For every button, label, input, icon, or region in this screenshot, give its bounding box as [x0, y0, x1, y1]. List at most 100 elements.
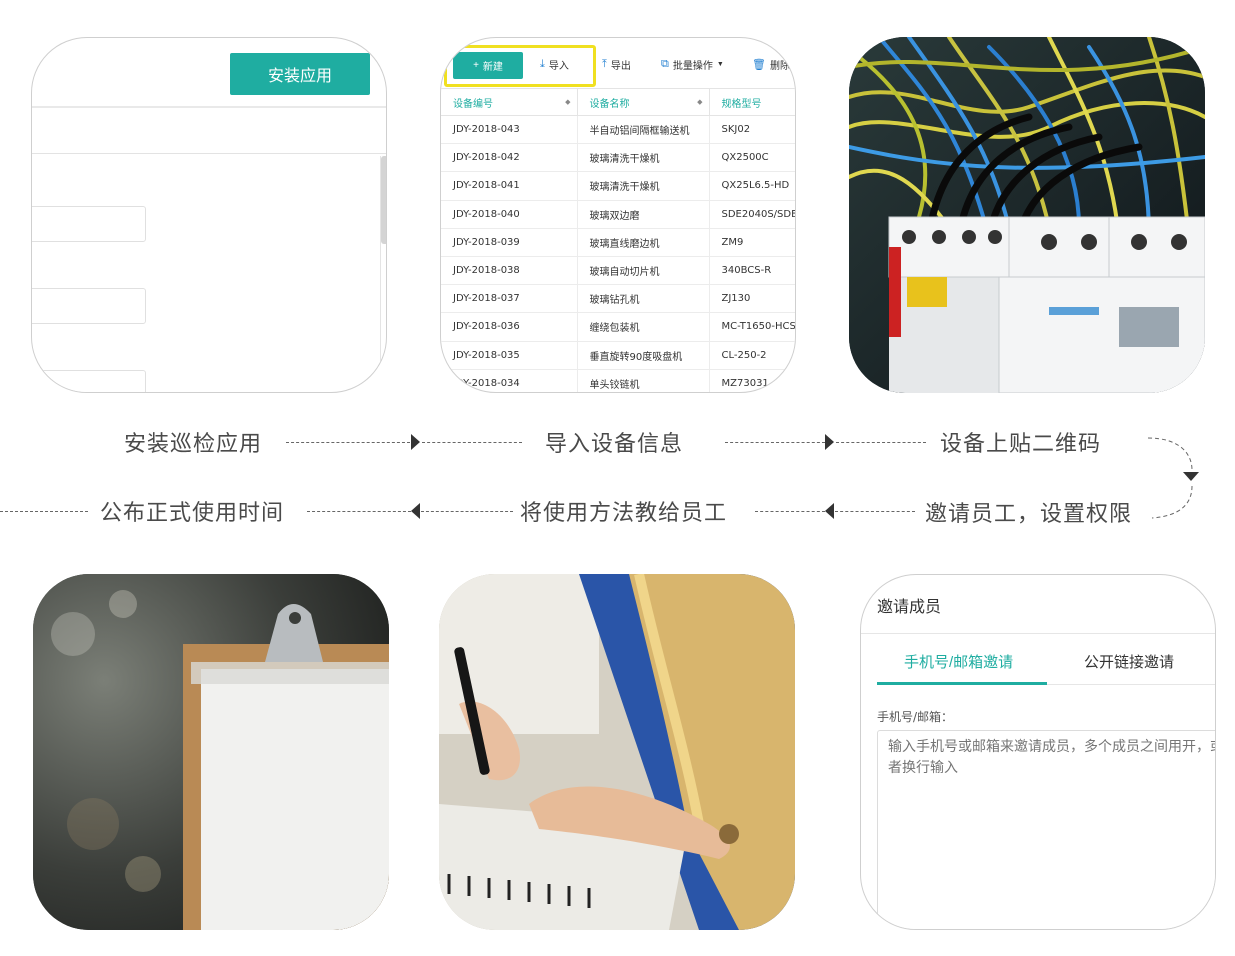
flow-connector [725, 442, 825, 443]
flow-connector [0, 511, 88, 512]
install-app-screenshot-card: 安装应用 [31, 37, 387, 393]
batch-operation-button[interactable]: ⧉ 批量操作 ▼ [661, 57, 724, 72]
cell-model: ZJ130 [709, 284, 795, 314]
cell-model: ZM9 [709, 228, 795, 257]
cell-equipment-name: 玻璃双边磨 [577, 200, 710, 229]
cell-equipment-code: JDY-2018-041 [441, 171, 578, 201]
table-row[interactable]: JDY-2018-043 半自动铝间隔框输送机 SKJ02 [441, 115, 795, 145]
table-row[interactable]: JDY-2018-042 玻璃清洗干燥机 QX2500C [441, 143, 795, 173]
sort-icon[interactable]: ◆ [565, 98, 570, 106]
cell-equipment-name: 半自动铝间隔框输送机 [577, 115, 710, 145]
flow-step-6: 公布正式使用时间 [100, 501, 285, 526]
new-button[interactable]: + 新建 [453, 52, 523, 79]
active-tab-indicator [877, 682, 1047, 685]
import-button-label: 导入 [548, 61, 569, 72]
table-header-row: 设备编号 ◆ 设备名称 ◆ 规格型号 [441, 88, 795, 116]
flow-connector [422, 442, 522, 443]
cell-equipment-code: JDY-2018-038 [441, 256, 578, 286]
app-topbar: 安装应用 [32, 38, 386, 108]
table-row[interactable]: JDY-2018-034 单头铰链机 MZ73031 [441, 369, 795, 392]
delete-button-label: 删除 [769, 61, 790, 72]
cell-model: SDE2040S/SDE2 [709, 200, 795, 229]
column-header-model[interactable]: 规格型号 [709, 88, 795, 116]
flow-step-5: 将使用方法教给员工 [520, 501, 728, 526]
flow-step-2: 导入设备信息 [545, 432, 684, 457]
delete-button[interactable]: 🗑 删除 [752, 57, 790, 72]
cell-model: CL-250-2 [709, 341, 795, 370]
clipboard-photo [33, 574, 389, 930]
cell-model: QX2500C [709, 143, 795, 173]
table-row[interactable]: JDY-2018-037 玻璃钻孔机 ZJ130 [441, 284, 795, 314]
download-icon: ⤓ [540, 58, 545, 70]
form-field-3[interactable] [32, 370, 146, 392]
tab-phone-email-invite[interactable]: 手机号/邮箱邀请 [904, 651, 1013, 672]
table-row[interactable]: JDY-2018-039 玻璃直线磨边机 ZM9 [441, 228, 795, 257]
table-row[interactable]: JDY-2018-036 缠绕包装机 MC-T1650-HCS [441, 312, 795, 342]
table-toolbar: + 新建 ⤓ 导入 ⤒ 导出 ⧉ 批量操作 ▼ 🗑 删除 [441, 38, 795, 88]
cell-equipment-code: JDY-2018-037 [441, 284, 578, 314]
batch-icon: ⧉ [661, 58, 669, 70]
scrollbar-thumb[interactable] [381, 156, 386, 244]
cell-model: MZ73031 [709, 369, 795, 392]
electrical-cabinet-photo [849, 37, 1205, 393]
cell-equipment-name: 玻璃直线磨边机 [577, 228, 710, 257]
sort-icon[interactable]: ◆ [697, 98, 702, 106]
flow-connector [836, 442, 926, 443]
export-button-label: 导出 [610, 61, 631, 72]
trash-icon: 🗑 [752, 59, 766, 71]
cell-equipment-name: 缠绕包装机 [577, 312, 710, 342]
table-row[interactable]: JDY-2018-041 玻璃清洗干燥机 QX25L6.5-HD [441, 171, 795, 201]
invite-contacts-input[interactable] [877, 730, 1215, 929]
cell-model: 340BCS-R [709, 256, 795, 286]
cell-model: MC-T1650-HCS [709, 312, 795, 342]
electrical-cabinet-illustration [849, 37, 1205, 393]
cell-equipment-name: 玻璃钻孔机 [577, 284, 710, 314]
cell-equipment-code: JDY-2018-042 [441, 143, 578, 173]
equipment-table-screenshot-card: + 新建 ⤓ 导入 ⤒ 导出 ⧉ 批量操作 ▼ 🗑 删除 设备编号 ◆ 设备名称 ◆… [440, 37, 796, 393]
cell-equipment-name: 玻璃清洗干燥机 [577, 143, 710, 173]
arrow-left-icon [411, 503, 420, 519]
section-divider [32, 153, 386, 154]
cell-equipment-code: JDY-2018-043 [441, 115, 578, 145]
flow-step-1: 安装巡检应用 [124, 432, 263, 457]
table-row[interactable]: JDY-2018-035 垂直旋转90度吸盘机 CL-250-2 [441, 341, 795, 370]
arrow-right-icon [825, 434, 834, 450]
flow-connector [307, 511, 411, 512]
table-row[interactable]: JDY-2018-040 玻璃双边磨 SDE2040S/SDE2 [441, 200, 795, 229]
form-field-2[interactable] [32, 288, 146, 324]
column-header-code[interactable]: 设备编号 ◆ [441, 88, 578, 116]
caret-down-icon: ▼ [716, 61, 724, 68]
cell-equipment-name: 单头铰链机 [577, 369, 710, 392]
new-button-label: 新建 [482, 62, 503, 73]
clipboard-illustration [33, 574, 389, 930]
cell-equipment-code: JDY-2018-040 [441, 200, 578, 229]
flow-connector [421, 511, 513, 512]
column-header-name[interactable]: 设备名称 ◆ [577, 88, 710, 116]
cell-model: SKJ02 [709, 115, 795, 145]
upload-icon: ⤒ [602, 58, 607, 70]
install-app-button[interactable]: 安装应用 [230, 53, 370, 95]
export-button[interactable]: ⤒ 导出 [602, 57, 631, 72]
tab-public-link-invite[interactable]: 公开链接邀请 [1084, 651, 1174, 672]
dialog-title: 邀请成员 [877, 597, 942, 616]
writing-illustration [439, 574, 795, 930]
cell-equipment-code: JDY-2018-035 [441, 341, 578, 370]
table-row[interactable]: JDY-2018-038 玻璃自动切片机 340BCS-R [441, 256, 795, 286]
title-divider [861, 633, 1215, 634]
phone-email-label: 手机号/邮箱： [877, 710, 954, 724]
plus-icon: + [473, 60, 479, 71]
cell-equipment-code: JDY-2018-036 [441, 312, 578, 342]
import-button[interactable]: ⤓ 导入 [540, 57, 569, 72]
flow-connector [835, 511, 915, 512]
flow-step-3: 设备上贴二维码 [940, 432, 1102, 457]
invite-members-screenshot-card: 邀请成员 手机号/邮箱邀请 公开链接邀请 手机号/邮箱： [860, 574, 1216, 930]
writing-notebook-photo [439, 574, 795, 930]
arrow-down-icon [1183, 472, 1199, 481]
arrow-left-icon [825, 503, 834, 519]
batch-button-label: 批量操作 [672, 61, 713, 72]
flow-connector [286, 442, 410, 443]
cell-model: QX25L6.5-HD [709, 171, 795, 201]
table-body: JDY-2018-043 半自动铝间隔框输送机 SKJ02 JDY-2018-042 玻… [441, 115, 795, 392]
form-field-1[interactable] [32, 206, 146, 242]
cell-equipment-code: JDY-2018-039 [441, 228, 578, 257]
